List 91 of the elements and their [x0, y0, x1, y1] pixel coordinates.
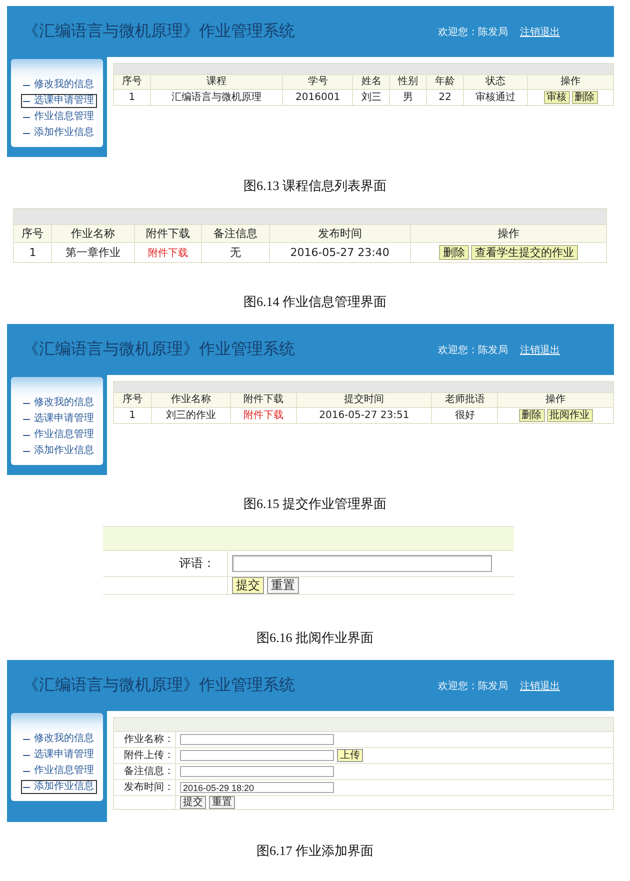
sidebar-item[interactable]: 作业信息管理 [21, 428, 97, 442]
text-field[interactable] [180, 766, 334, 777]
column-header: 附件下载 [230, 392, 296, 408]
form-button[interactable]: 重置 [267, 577, 299, 594]
dash-icon [23, 786, 30, 788]
sidebar-item[interactable]: 作业信息管理 [21, 764, 97, 778]
column-header: 提交时间 [296, 392, 432, 408]
welcome-text: 欢迎您：陈发局 [438, 680, 508, 692]
table-cell: 2016-05-27 23:51 [296, 408, 432, 424]
sidebar-item[interactable]: 添加作业信息 [21, 780, 97, 794]
table-cell: 男 [390, 90, 427, 106]
dash-icon [23, 418, 30, 420]
welcome-text: 欢迎您：陈发局 [438, 344, 508, 356]
figure-caption: 图6.13 课程信息列表界面 [242, 177, 388, 195]
dash-icon [23, 754, 30, 756]
sidebar-item[interactable]: 选课申请管理 [21, 748, 97, 762]
figure-caption: 图6.17 作业添加界面 [256, 842, 374, 860]
dash-icon [23, 434, 30, 436]
dash-icon [23, 402, 30, 404]
table-cell: 刘三的作业 [151, 408, 231, 424]
column-header: 年龄 [426, 74, 464, 90]
column-header: 附件下载 [134, 224, 202, 242]
figure-caption: 图6.15 提交作业管理界面 [242, 495, 388, 513]
sidebar-item[interactable]: 添加作业信息 [21, 444, 97, 458]
dash-icon [23, 116, 30, 118]
table-cell: 2016001 [282, 90, 353, 106]
dash-icon [23, 100, 30, 102]
table-cell: 无 [202, 242, 270, 262]
table-cell: 汇编语言与微机原理 [150, 90, 283, 106]
table-cell: 1 [114, 90, 150, 106]
action-button[interactable]: 查看学生提交的作业 [470, 245, 578, 260]
field-label: 附件上传： [124, 750, 174, 761]
table-cell: 审核通过 [463, 90, 528, 106]
action-button[interactable]: 批阅作业 [546, 409, 593, 422]
table-cell: 刘三 [352, 90, 390, 106]
column-header: 操作 [528, 74, 614, 90]
figure-caption: 图6.14 作业信息管理界面 [242, 293, 388, 311]
sidebar-item[interactable]: 修改我的信息 [21, 78, 97, 92]
text-field[interactable] [232, 555, 492, 572]
column-header: 学号 [282, 74, 353, 90]
dash-icon [23, 132, 30, 134]
app-title: 《汇编语言与微机原理》作业管理系统 [23, 339, 295, 360]
table-cell: 2016-05-27 23:40 [269, 242, 410, 262]
form-button[interactable]: 提交 [180, 796, 206, 809]
app-title: 《汇编语言与微机原理》作业管理系统 [23, 21, 295, 42]
app-title: 《汇编语言与微机原理》作业管理系统 [23, 675, 295, 696]
column-header: 序号 [114, 392, 152, 408]
sidebar-item[interactable]: 修改我的信息 [21, 396, 97, 410]
dash-icon [23, 738, 30, 740]
column-header: 老师批语 [432, 392, 498, 408]
column-header: 性别 [390, 74, 427, 90]
welcome-text: 欢迎您：陈发局 [438, 26, 508, 38]
column-header: 备注信息 [202, 224, 270, 242]
column-header: 作业名称 [52, 224, 134, 242]
sidebar-item[interactable]: 添加作业信息 [21, 126, 97, 140]
sidebar-item[interactable]: 选课申请管理 [21, 94, 97, 108]
column-header: 课程 [150, 74, 283, 90]
dash-icon [23, 84, 30, 86]
form-button[interactable]: 提交 [232, 577, 264, 594]
text-field[interactable]: 2016-05-29 18:20 [180, 782, 334, 793]
action-button[interactable]: 删除 [518, 409, 545, 422]
action-button[interactable]: 删除 [572, 91, 598, 104]
figure-caption: 图6.16 批阅作业界面 [256, 629, 374, 647]
dash-icon [23, 450, 30, 452]
column-header: 序号 [14, 224, 52, 242]
text-field[interactable] [180, 750, 334, 761]
table-cell: 第一章作业 [52, 242, 134, 262]
table-cell: 22 [426, 90, 464, 106]
text-field[interactable] [180, 734, 334, 745]
column-header: 操作 [498, 392, 614, 408]
sidebar-item[interactable]: 修改我的信息 [21, 732, 97, 746]
column-header: 发布时间 [269, 224, 410, 242]
sidebar-item[interactable]: 作业信息管理 [21, 110, 97, 124]
upload-button[interactable]: 上传 [337, 749, 363, 762]
form-button[interactable]: 重置 [209, 796, 235, 809]
dash-icon [23, 770, 30, 772]
table-cell: 1 [114, 408, 152, 424]
table-cell: 很好 [432, 408, 498, 424]
field-label: 发布时间： [124, 782, 174, 793]
column-header: 状态 [463, 74, 528, 90]
sidebar-item[interactable]: 选课申请管理 [21, 412, 97, 426]
column-header: 作业名称 [151, 392, 231, 408]
field-label: 作业名称： [124, 734, 174, 745]
action-button[interactable]: 删除 [438, 245, 469, 260]
field-label: 备注信息： [124, 766, 174, 777]
action-button[interactable]: 审核 [544, 91, 570, 104]
column-header: 操作 [410, 224, 606, 242]
field-label: 评语： [179, 556, 215, 570]
column-header: 序号 [114, 74, 150, 90]
table-cell: 1 [14, 242, 52, 262]
column-header: 姓名 [352, 74, 390, 90]
